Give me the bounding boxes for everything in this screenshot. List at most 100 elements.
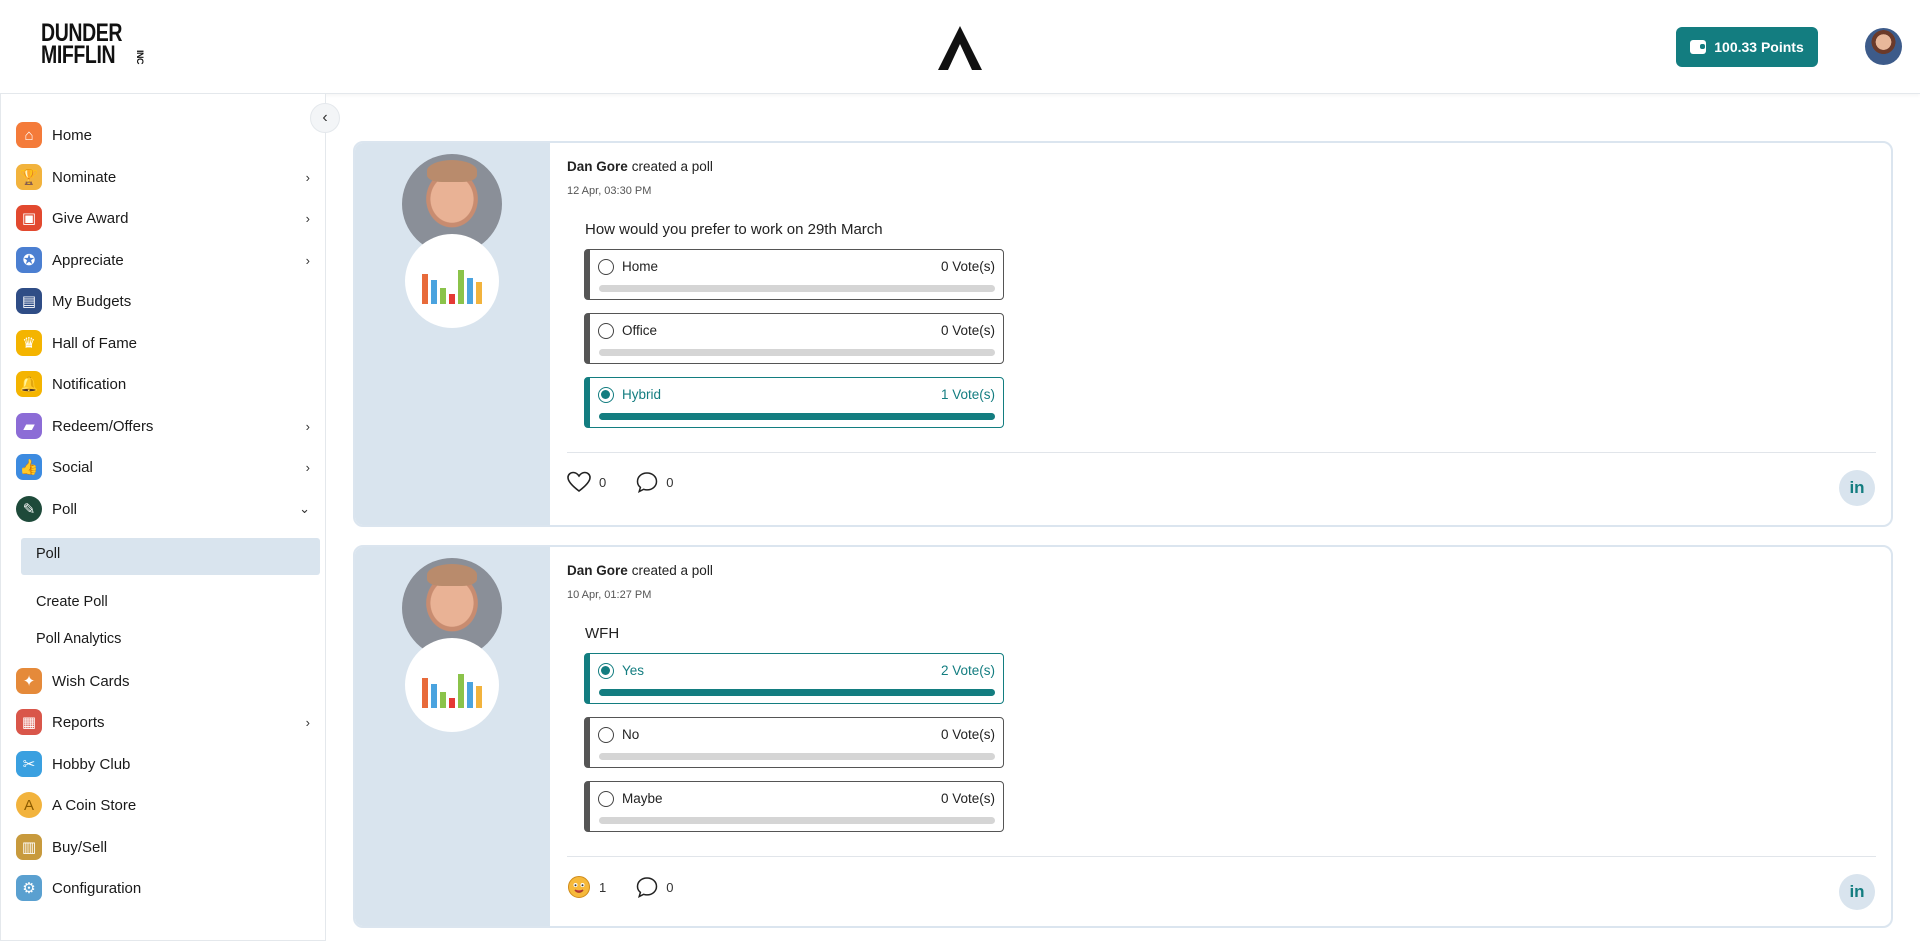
chevron-right-icon: › — [305, 714, 310, 730]
emoji-reaction-icon[interactable] — [567, 875, 591, 899]
post-author[interactable]: Dan Gore created a poll — [567, 563, 713, 578]
sidebar-item-home[interactable]: ⌂ Home — [16, 118, 320, 152]
poll-progress-track — [599, 817, 995, 824]
bar-chart-bar — [458, 674, 464, 708]
app-logo-icon[interactable] — [935, 24, 985, 72]
sidebar-subitem-poll[interactable]: Poll — [36, 546, 60, 562]
poll-progress-track — [599, 285, 995, 292]
social-icon: 👍 — [16, 454, 42, 480]
sidebar-subitem-poll-active[interactable] — [21, 538, 320, 575]
sidebar-item-reports[interactable]: ▦ Reports › — [16, 705, 320, 739]
linkedin-share-button[interactable]: in — [1839, 470, 1875, 506]
sidebar-item-label: Wish Cards — [52, 672, 130, 690]
chevron-right-icon: › — [305, 418, 310, 434]
sidebar-item-hall-of-fame[interactable]: ♛ Hall of Fame — [16, 326, 320, 360]
radio-button[interactable] — [598, 323, 614, 339]
bell-icon: 🔔 — [16, 371, 42, 397]
post-date: 12 Apr, 03:30 PM — [567, 185, 652, 197]
linkedin-share-button[interactable]: in — [1839, 874, 1875, 910]
gift-icon: ▣ — [16, 205, 42, 231]
sidebar-item-label: Reports — [52, 713, 105, 731]
post-divider — [567, 856, 1876, 857]
poll-option[interactable]: Maybe 0 Vote(s) — [584, 781, 1004, 832]
radio-button[interactable] — [598, 791, 614, 807]
linkedin-icon: in — [1849, 882, 1865, 901]
poll-option-label: Hybrid — [622, 387, 662, 402]
poll-progress-track — [599, 413, 995, 420]
top-header: DUNDER MIFFLIN INC 100.33 Points — [0, 0, 1920, 94]
post-author[interactable]: Dan Gore created a poll — [567, 159, 713, 174]
bar-chart-bar — [476, 282, 482, 304]
points-button[interactable]: 100.33 Points — [1676, 27, 1818, 67]
coin-icon: A — [16, 792, 42, 818]
sidebar-subitem-poll-analytics[interactable]: Poll Analytics — [36, 631, 121, 647]
chevron-down-icon: ⌄ — [299, 501, 310, 516]
poll-option-label: Office — [622, 323, 658, 338]
sidebar-item-a-coin-store[interactable]: A A Coin Store — [16, 788, 320, 822]
comment-icon[interactable] — [636, 876, 658, 898]
sidebar-item-buy-sell[interactable]: ▥ Buy/Sell — [16, 830, 320, 864]
chevron-left-icon: ‹ — [322, 109, 328, 126]
poll-progress-fill — [599, 413, 995, 420]
radio-button[interactable] — [598, 663, 614, 679]
bar-chart-bar — [458, 270, 464, 304]
author-name[interactable]: Dan Gore — [567, 159, 628, 174]
bar-chart-bar — [449, 698, 455, 708]
sidebar-item-social[interactable]: 👍 Social › — [16, 450, 320, 484]
poll-option-label: Home — [622, 259, 659, 274]
sidebar-item-configuration[interactable]: ⚙ Configuration — [16, 871, 320, 905]
poll-option-votes: 1 Vote(s) — [940, 387, 995, 402]
sidebar-item-nominate[interactable]: 🏆 Nominate › — [16, 160, 320, 194]
brand-suffix: INC — [135, 50, 145, 64]
sidebar-item-wish-cards[interactable]: ✦ Wish Cards — [16, 664, 320, 698]
poll-option[interactable]: Home 0 Vote(s) — [584, 249, 1004, 300]
user-avatar[interactable] — [1865, 28, 1902, 65]
sidebar-item-appreciate[interactable]: ✪ Appreciate › — [16, 243, 320, 277]
crown-icon: ♛ — [16, 330, 42, 356]
poll-option[interactable]: Hybrid 1 Vote(s) — [584, 377, 1004, 428]
poll-option-votes: 0 Vote(s) — [940, 791, 995, 806]
sidebar-item-hobby-club[interactable]: ✂ Hobby Club — [16, 747, 320, 781]
sidebar-item-label: Home — [52, 126, 93, 144]
poll-option-label: Yes — [622, 663, 645, 678]
poll-progress-track — [599, 349, 995, 356]
sidebar-item-poll[interactable]: ✎ Poll ⌄ — [16, 492, 320, 526]
poll-option[interactable]: No 0 Vote(s) — [584, 717, 1004, 768]
sidebar-item-label: Poll — [52, 500, 78, 518]
sidebar-item-give-award[interactable]: ▣ Give Award › — [16, 201, 320, 235]
comment-icon[interactable] — [636, 471, 658, 493]
sidebar-item-my-budgets[interactable]: ▤ My Budgets — [16, 284, 320, 318]
wallet-icon — [1690, 40, 1707, 54]
poll-option-label: Maybe — [622, 791, 663, 806]
poll-option-votes: 0 Vote(s) — [940, 727, 995, 742]
sidebar-item-notification[interactable]: 🔔 Notification — [16, 367, 320, 401]
bar-chart-bar — [431, 280, 437, 304]
post-action: created a poll — [631, 159, 713, 174]
bar-chart-bar — [440, 692, 446, 708]
reaction-count: 1 — [599, 879, 607, 895]
post-action: created a poll — [631, 563, 713, 578]
clipboard-icon: ▦ — [16, 709, 42, 735]
post-divider — [567, 452, 1876, 453]
radio-button[interactable] — [598, 727, 614, 743]
chevron-right-icon: › — [305, 459, 310, 475]
sidebar-item-redeem-offers[interactable]: ▰ Redeem/Offers › — [16, 409, 320, 443]
poll-post-card: Dan Gore created a poll 12 Apr, 03:30 PM … — [353, 141, 1893, 527]
collapse-sidebar-button[interactable]: ‹ — [310, 103, 340, 133]
comment-count: 0 — [666, 474, 674, 490]
radio-button[interactable] — [598, 387, 614, 403]
post-date: 10 Apr, 01:27 PM — [567, 589, 652, 601]
sidebar-item-label: Nominate — [52, 168, 117, 186]
poll-question: WFH — [585, 625, 620, 642]
company-logo[interactable]: DUNDER MIFFLIN INC — [41, 21, 145, 74]
comment-count: 0 — [666, 879, 674, 895]
poll-option[interactable]: Yes 2 Vote(s) — [584, 653, 1004, 704]
sidebar-subitem-create-poll[interactable]: Create Poll — [36, 594, 108, 610]
author-name[interactable]: Dan Gore — [567, 563, 628, 578]
heart-icon[interactable] — [567, 471, 591, 493]
bar-chart-bar — [476, 686, 482, 708]
radio-button[interactable] — [598, 259, 614, 275]
poll-option[interactable]: Office 0 Vote(s) — [584, 313, 1004, 364]
bar-chart-bar — [422, 274, 428, 304]
poll-option-votes: 2 Vote(s) — [940, 663, 995, 678]
